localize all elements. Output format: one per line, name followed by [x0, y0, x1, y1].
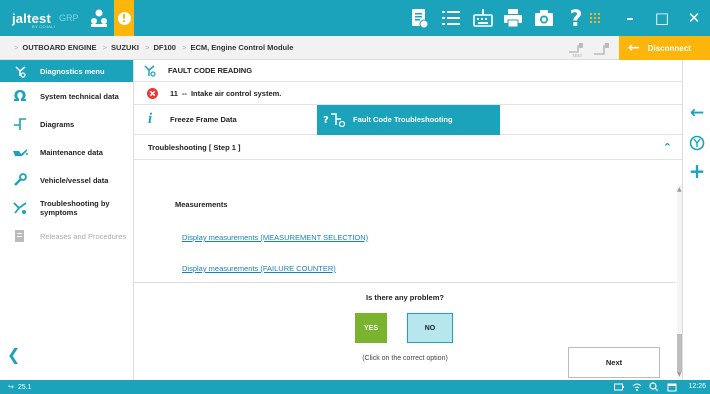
minimize-button[interactable]: – [614, 0, 646, 36]
arrow-left-icon: ← [628, 40, 640, 56]
version-text: 25.1 [17, 384, 32, 391]
measurement-selection-link[interactable]: Display measurements (MEASUREMENT SELECT… [182, 233, 368, 242]
fault-code-row[interactable]: 11 -- Intake air control system. [134, 82, 682, 105]
fault-separator: -- [181, 88, 187, 98]
alert-icon: ! [117, 11, 131, 25]
main-panel: FAULT CODE READING 11 -- Intake air cont… [134, 60, 682, 380]
sidebar-item-vehicle-vessel-data[interactable]: Vehicle/vessel data [0, 166, 133, 194]
troubleshooting-icon: ? [323, 112, 346, 127]
breadcrumb-item[interactable]: DF100 [153, 43, 176, 52]
sidebar-item-label: Troubleshooting by symptoms [40, 199, 110, 217]
sidebar-item-label: Diagrams [40, 119, 75, 129]
breadcrumb-item[interactable]: OUTBOARD ENGINE [22, 43, 96, 52]
step-content: Measurements Display measurements (MEASU… [134, 161, 676, 380]
team-icon [91, 9, 107, 27]
fault-description: Intake air control system. [190, 88, 282, 98]
apps-grid-icon[interactable] [586, 9, 604, 27]
disconnect-label: Disconnect [647, 43, 691, 53]
failure-counter-link[interactable]: Display measurements (FAILURE COUNTER) [182, 264, 336, 273]
chevron-up-icon[interactable]: ⌃ [663, 141, 672, 154]
question-text: Is there any problem? [366, 293, 444, 302]
section-header: FAULT CODE READING [134, 60, 682, 82]
symptoms-icon [12, 200, 28, 216]
breadcrumb-bar: > OUTBOARD ENGINE > SUZUKI > DF100 > ECM, En… [0, 36, 710, 60]
camera-icon[interactable] [533, 7, 555, 29]
connector-icon[interactable] [592, 40, 610, 58]
logo-subtext: BY COJALI [32, 24, 56, 29]
search-icon [649, 382, 659, 392]
step-header[interactable]: Troubleshooting [ Step 1 ] ⌃ [134, 135, 682, 160]
diagnostics-shortcut-icon[interactable] [683, 132, 710, 154]
alert-button[interactable]: ! [114, 0, 134, 36]
sidebar-item-maintenance-data[interactable]: Maintenance data [0, 138, 133, 166]
scroll-up-icon[interactable]: ▲ [677, 186, 682, 193]
step-title: Troubleshooting [ Step 1 ] [148, 142, 241, 152]
svg-text:?: ? [323, 115, 329, 126]
page-title: FAULT CODE READING [168, 66, 253, 75]
tab-label: Fault Code Troubleshooting [353, 115, 453, 124]
diagram-icon [12, 116, 28, 132]
fault-code-icon [144, 65, 156, 77]
diagnostics-icon [12, 63, 28, 79]
report-icon[interactable] [408, 7, 430, 29]
sidebar-item-label: Releases and Procedures [40, 231, 127, 241]
back-button[interactable]: ❮ [7, 345, 20, 364]
sidebar-item-label: Vehicle/vessel data [40, 175, 109, 185]
status-bar: ↪ 25.1 12:26 [0, 380, 710, 394]
tab-fault-code-troubleshooting[interactable]: ? Fault Code Troubleshooting [317, 104, 500, 135]
wrench-icon [12, 172, 28, 188]
close-button[interactable]: ✕ [678, 0, 710, 36]
clock: 12:26 [688, 383, 706, 390]
breadcrumb-item[interactable]: ECM, Engine Control Module [190, 43, 293, 52]
sidebar-item-label: Diagnostics menu [40, 66, 105, 76]
breadcrumb: > OUTBOARD ENGINE > SUZUKI > DF100 > ECM, En… [14, 43, 294, 52]
sidebar-item-label: Maintenance data [40, 147, 103, 157]
scroll-down-icon[interactable]: ▼ [677, 371, 682, 378]
maximize-button[interactable]: □ [646, 0, 678, 36]
add-icon[interactable]: + [683, 159, 710, 183]
wifi-icon [632, 383, 642, 391]
list-icon[interactable] [440, 7, 462, 29]
tab-label: Freeze Frame Data [170, 115, 237, 124]
app-logo: jaltest GRP BY COJALI [0, 0, 114, 36]
usb-icon: ↪ [8, 383, 14, 391]
sidebar-item-diagnostics-menu[interactable]: Diagnostics menu [0, 60, 133, 82]
sidebar-item-troubleshooting-by-symptoms[interactable]: Troubleshooting by symptoms [0, 194, 133, 222]
fault-code: 11 [170, 88, 178, 98]
keyboard-icon[interactable] [472, 7, 494, 29]
document-icon [12, 228, 28, 244]
yes-button[interactable]: YES [355, 313, 387, 343]
right-toolbar: ← + [682, 60, 710, 380]
calendar-icon [667, 383, 677, 392]
logo-suffix: GRP [58, 13, 79, 23]
arrow-left-icon[interactable]: ← [683, 102, 710, 124]
breadcrumb-item[interactable]: SUZUKI [111, 43, 139, 52]
sidebar-item-diagrams[interactable]: Diagrams [0, 110, 133, 138]
svg-text:?: ? [570, 7, 583, 29]
oil-can-icon [12, 144, 28, 160]
print-icon[interactable] [502, 7, 524, 29]
omega-icon: Ω [13, 86, 27, 105]
battery-icon [614, 383, 624, 391]
error-icon [147, 88, 158, 99]
test-plug-icon[interactable]: TEST [566, 40, 584, 58]
no-button[interactable]: NO [407, 313, 453, 343]
tabs: i Freeze Frame Data ? Fault Code Trouble… [134, 104, 682, 135]
disconnect-button[interactable]: ← Disconnect [619, 36, 710, 60]
version-indicator: ↪ 25.1 [8, 383, 32, 391]
svg-text:TEST: TEST [572, 53, 583, 58]
top-toolbar: jaltest GRP BY COJALI ! ? – □ ✕ [0, 0, 710, 36]
sidebar-item-releases-and-procedures: Releases and Procedures [0, 222, 133, 250]
tab-freeze-frame-data[interactable]: i Freeze Frame Data [134, 105, 317, 135]
measurements-title: Measurements [175, 200, 228, 209]
sidebar: Diagnostics menu Ω System technical data… [0, 60, 134, 380]
sidebar-item-label: System technical data [40, 91, 119, 101]
info-icon: i [148, 110, 153, 127]
help-icon[interactable]: ? [565, 7, 587, 29]
next-button[interactable]: Next [568, 347, 660, 378]
sidebar-item-system-technical-data[interactable]: Ω System technical data [0, 82, 133, 110]
divider [134, 282, 676, 283]
